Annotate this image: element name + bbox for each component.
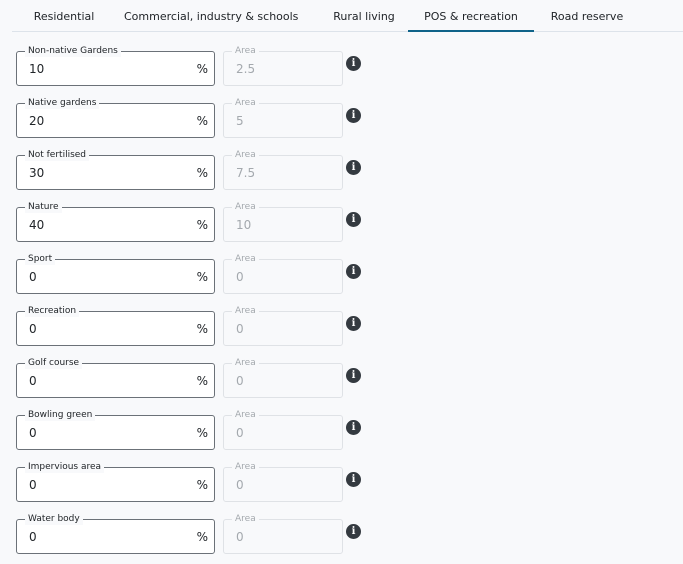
area-field-label: Area <box>232 461 259 473</box>
percent-unit: % <box>196 426 208 440</box>
percent-field-label: Golf course <box>25 357 83 369</box>
area-field-label: Area <box>232 357 259 369</box>
percent-field-label: Sport <box>25 253 56 265</box>
percent-unit: % <box>196 374 208 388</box>
area-field-label: Area <box>232 253 259 265</box>
area-field: Area 0 <box>223 513 343 554</box>
percent-field[interactable]: Water body % <box>16 513 215 554</box>
percent-field-label: Recreation <box>25 305 80 317</box>
area-field: Area 7.5 <box>223 149 343 190</box>
area-field: Area 5 <box>223 97 343 138</box>
info-icon[interactable]: i <box>346 368 361 383</box>
area-value: 5 <box>236 114 244 128</box>
percent-field-label: Impervious area <box>25 461 105 473</box>
area-field-label: Area <box>232 201 259 213</box>
percent-input[interactable] <box>29 374 179 388</box>
percent-unit: % <box>196 322 208 336</box>
area-value: 0 <box>236 270 244 284</box>
percent-field[interactable]: Bowling green % <box>16 409 215 450</box>
percent-unit: % <box>196 270 208 284</box>
info-icon[interactable]: i <box>346 472 361 487</box>
percent-unit: % <box>196 530 208 544</box>
info-icon[interactable]: i <box>346 420 361 435</box>
area-field: Area 0 <box>223 357 343 398</box>
area-value: 0 <box>236 426 244 440</box>
tab-commercial-industry-schools[interactable]: Commercial, industry & schools <box>124 0 298 31</box>
percent-field-label: Native gardens <box>25 97 100 109</box>
area-field: Area 0 <box>223 409 343 450</box>
percent-field-label: Not fertilised <box>25 149 90 161</box>
percent-field[interactable]: Non-native Gardens % <box>16 45 215 86</box>
info-icon[interactable]: i <box>346 524 361 539</box>
area-field-label: Area <box>232 97 259 109</box>
percent-input[interactable] <box>29 270 179 284</box>
area-field: Area 0 <box>223 461 343 502</box>
tab-road-reserve[interactable]: Road reserve <box>542 0 632 31</box>
percent-field-label: Non-native Gardens <box>25 45 121 57</box>
percent-unit: % <box>196 114 208 128</box>
percent-input[interactable] <box>29 114 179 128</box>
area-field: Area 10 <box>223 201 343 242</box>
percent-field[interactable]: Native gardens % <box>16 97 215 138</box>
area-field-label: Area <box>232 513 259 525</box>
info-icon[interactable]: i <box>346 108 361 123</box>
percent-field[interactable]: Nature % <box>16 201 215 242</box>
tab-pos-recreation[interactable]: POS & recreation <box>408 0 534 32</box>
tab-rural-living[interactable]: Rural living <box>316 0 412 31</box>
percent-input[interactable] <box>29 166 179 180</box>
area-field: Area 0 <box>223 253 343 294</box>
info-icon[interactable]: i <box>346 316 361 331</box>
area-value: 10 <box>236 218 252 232</box>
area-value: 0 <box>236 322 244 336</box>
percent-field-label: Bowling green <box>25 409 96 421</box>
percent-unit: % <box>196 166 208 180</box>
info-icon[interactable]: i <box>346 160 361 175</box>
percent-field[interactable]: Recreation % <box>16 305 215 346</box>
percent-unit: % <box>196 218 208 232</box>
percent-input[interactable] <box>29 530 179 544</box>
percent-field[interactable]: Golf course % <box>16 357 215 398</box>
tab-bar: Residential Commercial, industry & schoo… <box>12 0 683 32</box>
area-field: Area 0 <box>223 305 343 346</box>
tab-residential[interactable]: Residential <box>24 0 104 31</box>
area-value: 0 <box>236 478 244 492</box>
percent-input[interactable] <box>29 426 179 440</box>
percent-field[interactable]: Sport % <box>16 253 215 294</box>
area-field-label: Area <box>232 45 259 57</box>
info-icon[interactable]: i <box>346 56 361 71</box>
percent-field[interactable]: Impervious area % <box>16 461 215 502</box>
percent-field-label: Water body <box>25 513 83 525</box>
percent-unit: % <box>196 478 208 492</box>
info-icon[interactable]: i <box>346 264 361 279</box>
area-field-label: Area <box>232 149 259 161</box>
area-value: 0 <box>236 374 244 388</box>
info-icon[interactable]: i <box>346 212 361 227</box>
area-value: 2.5 <box>236 62 256 76</box>
percent-unit: % <box>196 62 208 76</box>
area-field: Area 2.5 <box>223 45 343 86</box>
area-field-label: Area <box>232 305 259 317</box>
percent-input[interactable] <box>29 218 179 232</box>
area-value: 0 <box>236 530 244 544</box>
percent-input[interactable] <box>29 322 179 336</box>
percent-input[interactable] <box>29 62 179 76</box>
percent-field[interactable]: Not fertilised % <box>16 149 215 190</box>
area-field-label: Area <box>232 409 259 421</box>
percent-field-label: Nature <box>25 201 62 213</box>
percent-input[interactable] <box>29 478 179 492</box>
area-value: 7.5 <box>236 166 256 180</box>
